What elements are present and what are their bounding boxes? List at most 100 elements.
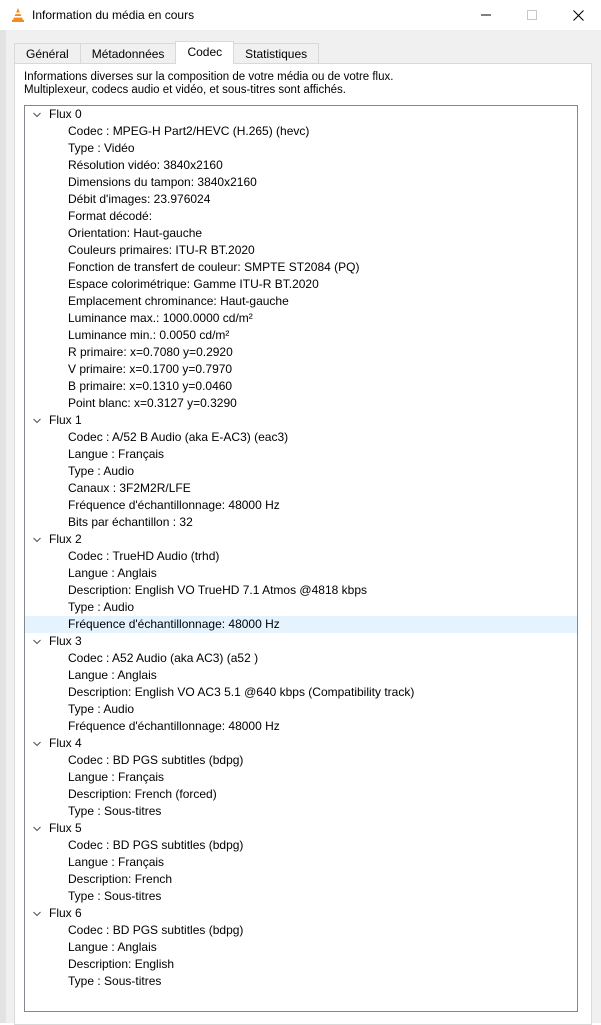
chevron-down-icon[interactable] bbox=[33, 111, 41, 119]
chevron-down-icon[interactable] bbox=[33, 740, 41, 748]
property-text: Couleurs primaires: ITU-R BT.2020 bbox=[68, 243, 255, 257]
stream-node[interactable]: Flux 1 bbox=[25, 412, 577, 429]
stream-property[interactable]: Description: French (forced) bbox=[25, 786, 577, 803]
stream-label: Flux 0 bbox=[49, 107, 82, 121]
chevron-down-icon[interactable] bbox=[33, 910, 41, 918]
chevron-down-icon[interactable] bbox=[33, 825, 41, 833]
stream-property[interactable]: V primaire: x=0.1700 y=0.7970 bbox=[25, 361, 577, 378]
property-text: Description: English bbox=[68, 957, 175, 971]
stream-property[interactable]: Codec : BD PGS subtitles (bdpg) bbox=[25, 922, 577, 939]
stream-property[interactable]: Type : Sous-titres bbox=[25, 973, 577, 990]
stream-label: Flux 1 bbox=[49, 413, 82, 427]
tab-general[interactable]: Général bbox=[14, 43, 81, 64]
property-text: Fréquence d'échantillonnage: 48000 Hz bbox=[68, 498, 280, 512]
stream-property[interactable]: Langue : Anglais bbox=[25, 939, 577, 956]
stream-node[interactable]: Flux 0 bbox=[25, 106, 577, 123]
stream-property[interactable]: Type : Audio bbox=[25, 701, 577, 718]
chevron-down-icon[interactable] bbox=[33, 536, 41, 544]
stream-property[interactable]: Luminance min.: 0.0050 cd/m² bbox=[25, 327, 577, 344]
property-text: Type : Audio bbox=[68, 464, 135, 478]
stream-property[interactable]: Fréquence d'échantillonnage: 48000 Hz bbox=[25, 718, 577, 735]
chevron-down-icon[interactable] bbox=[33, 417, 41, 425]
stream-node[interactable]: Flux 2 bbox=[25, 531, 577, 548]
stream-property[interactable]: Langue : Français bbox=[25, 769, 577, 786]
stream-label: Flux 5 bbox=[49, 821, 82, 835]
stream-property[interactable]: Dimensions du tampon: 3840x2160 bbox=[25, 174, 577, 191]
tab-metadata[interactable]: Métadonnées bbox=[79, 43, 177, 64]
stream-property[interactable]: Couleurs primaires: ITU-R BT.2020 bbox=[25, 242, 577, 259]
window-left-edge bbox=[0, 30, 6, 1023]
stream-property[interactable]: Orientation: Haut-gauche bbox=[25, 225, 577, 242]
property-text: Codec : BD PGS subtitles (bdpg) bbox=[68, 838, 244, 852]
property-text: Description: English VO TrueHD 7.1 Atmos… bbox=[68, 583, 367, 597]
stream-property[interactable]: Langue : Anglais bbox=[25, 667, 577, 684]
maximize-button[interactable] bbox=[509, 0, 555, 30]
stream-property[interactable]: Type : Sous-titres bbox=[25, 803, 577, 820]
property-text: Description: English VO AC3 5.1 @640 kbp… bbox=[68, 685, 415, 699]
stream-property[interactable]: Codec : A/52 B Audio (aka E-AC3) (eac3) bbox=[25, 429, 577, 446]
stream-node[interactable]: Flux 6 bbox=[25, 905, 577, 922]
property-text: Langue : Français bbox=[68, 447, 165, 461]
property-text: Type : Audio bbox=[68, 600, 135, 614]
property-text: Dimensions du tampon: 3840x2160 bbox=[68, 175, 257, 189]
chevron-down-icon[interactable] bbox=[33, 638, 41, 646]
stream-property[interactable]: Fonction de transfert de couleur: SMPTE … bbox=[25, 259, 577, 276]
stream-property[interactable]: B primaire: x=0.1310 y=0.0460 bbox=[25, 378, 577, 395]
stream-node[interactable]: Flux 5 bbox=[25, 820, 577, 837]
property-text: Codec : TrueHD Audio (trhd) bbox=[68, 549, 220, 563]
stream-property[interactable]: Langue : Anglais bbox=[25, 565, 577, 582]
stream-property[interactable]: Codec : TrueHD Audio (trhd) bbox=[25, 548, 577, 565]
stream-label: Flux 3 bbox=[49, 634, 82, 648]
property-text: Type : Vidéo bbox=[68, 141, 135, 155]
property-text: B primaire: x=0.1310 y=0.0460 bbox=[68, 379, 233, 393]
vlc-cone-icon bbox=[12, 8, 24, 22]
stream-node[interactable]: Flux 4 bbox=[25, 735, 577, 752]
stream-property[interactable]: Description: English bbox=[25, 956, 577, 973]
stream-property[interactable]: Langue : Français bbox=[25, 446, 577, 463]
stream-label: Flux 2 bbox=[49, 532, 82, 546]
stream-property[interactable]: Codec : BD PGS subtitles (bdpg) bbox=[25, 837, 577, 854]
tab-codec[interactable]: Codec bbox=[175, 41, 235, 64]
stream-property[interactable]: Description: English VO AC3 5.1 @640 kbp… bbox=[25, 684, 577, 701]
stream-property[interactable]: Codec : BD PGS subtitles (bdpg) bbox=[25, 752, 577, 769]
title-bar[interactable]: Information du média en cours bbox=[0, 0, 601, 30]
description-line-2: Multiplexeur, codecs audio et vidéo, et … bbox=[24, 84, 346, 96]
stream-property[interactable]: Description: French bbox=[25, 871, 577, 888]
stream-property[interactable]: R primaire: x=0.7080 y=0.2920 bbox=[25, 344, 577, 361]
stream-property[interactable]: Luminance max.: 1000.0000 cd/m² bbox=[25, 310, 577, 327]
stream-property[interactable]: Type : Audio bbox=[25, 463, 577, 480]
property-text: Canaux : 3F2M2R/LFE bbox=[68, 481, 191, 495]
tab-statistics[interactable]: Statistiques bbox=[233, 43, 320, 64]
stream-property[interactable]: Langue : Français bbox=[25, 854, 577, 871]
stream-property[interactable]: Fréquence d'échantillonnage: 48000 Hz bbox=[25, 616, 577, 633]
property-text: Luminance min.: 0.0050 cd/m² bbox=[68, 328, 230, 342]
stream-property[interactable]: Codec : A52 Audio (aka AC3) (a52 ) bbox=[25, 650, 577, 667]
property-text: Fréquence d'échantillonnage: 48000 Hz bbox=[68, 617, 280, 631]
stream-property[interactable]: Codec : MPEG-H Part2/HEVC (H.265) (hevc) bbox=[25, 123, 577, 140]
stream-property[interactable]: Format décodé: bbox=[25, 208, 577, 225]
maximize-icon bbox=[527, 10, 537, 20]
stream-tree[interactable]: Flux 0 Codec : MPEG-H Part2/HEVC (H.265) … bbox=[24, 105, 578, 1012]
property-text: Type : Audio bbox=[68, 702, 135, 716]
property-text: Fonction de transfert de couleur: SMPTE … bbox=[68, 260, 360, 274]
stream-property[interactable]: Débit d'images: 23.976024 bbox=[25, 191, 577, 208]
stream-property[interactable]: Description: English VO TrueHD 7.1 Atmos… bbox=[25, 582, 577, 599]
stream-property[interactable]: Point blanc: x=0.3127 y=0.3290 bbox=[25, 395, 577, 412]
stream-property[interactable]: Canaux : 3F2M2R/LFE bbox=[25, 480, 577, 497]
minimize-button[interactable] bbox=[463, 0, 509, 30]
stream-property[interactable]: Type : Sous-titres bbox=[25, 888, 577, 905]
property-text: Luminance max.: 1000.0000 cd/m² bbox=[68, 311, 253, 325]
property-text: Point blanc: x=0.3127 y=0.3290 bbox=[68, 396, 237, 410]
stream-node[interactable]: Flux 3 bbox=[25, 633, 577, 650]
stream-property[interactable]: Bits par échantillon : 32 bbox=[25, 514, 577, 531]
stream-property[interactable]: Type : Vidéo bbox=[25, 140, 577, 157]
stream-property[interactable]: Fréquence d'échantillonnage: 48000 Hz bbox=[25, 497, 577, 514]
stream-property[interactable]: Emplacement chrominance: Haut-gauche bbox=[25, 293, 577, 310]
close-button[interactable] bbox=[555, 0, 601, 30]
codec-panel: Informations diverses sur la composition… bbox=[14, 63, 592, 1025]
property-text: Fréquence d'échantillonnage: 48000 Hz bbox=[68, 719, 280, 733]
description-line-1: Informations diverses sur la composition… bbox=[24, 71, 394, 83]
stream-property[interactable]: Espace colorimétrique: Gamme ITU-R BT.20… bbox=[25, 276, 577, 293]
stream-property[interactable]: Résolution vidéo: 3840x2160 bbox=[25, 157, 577, 174]
stream-property[interactable]: Type : Audio bbox=[25, 599, 577, 616]
